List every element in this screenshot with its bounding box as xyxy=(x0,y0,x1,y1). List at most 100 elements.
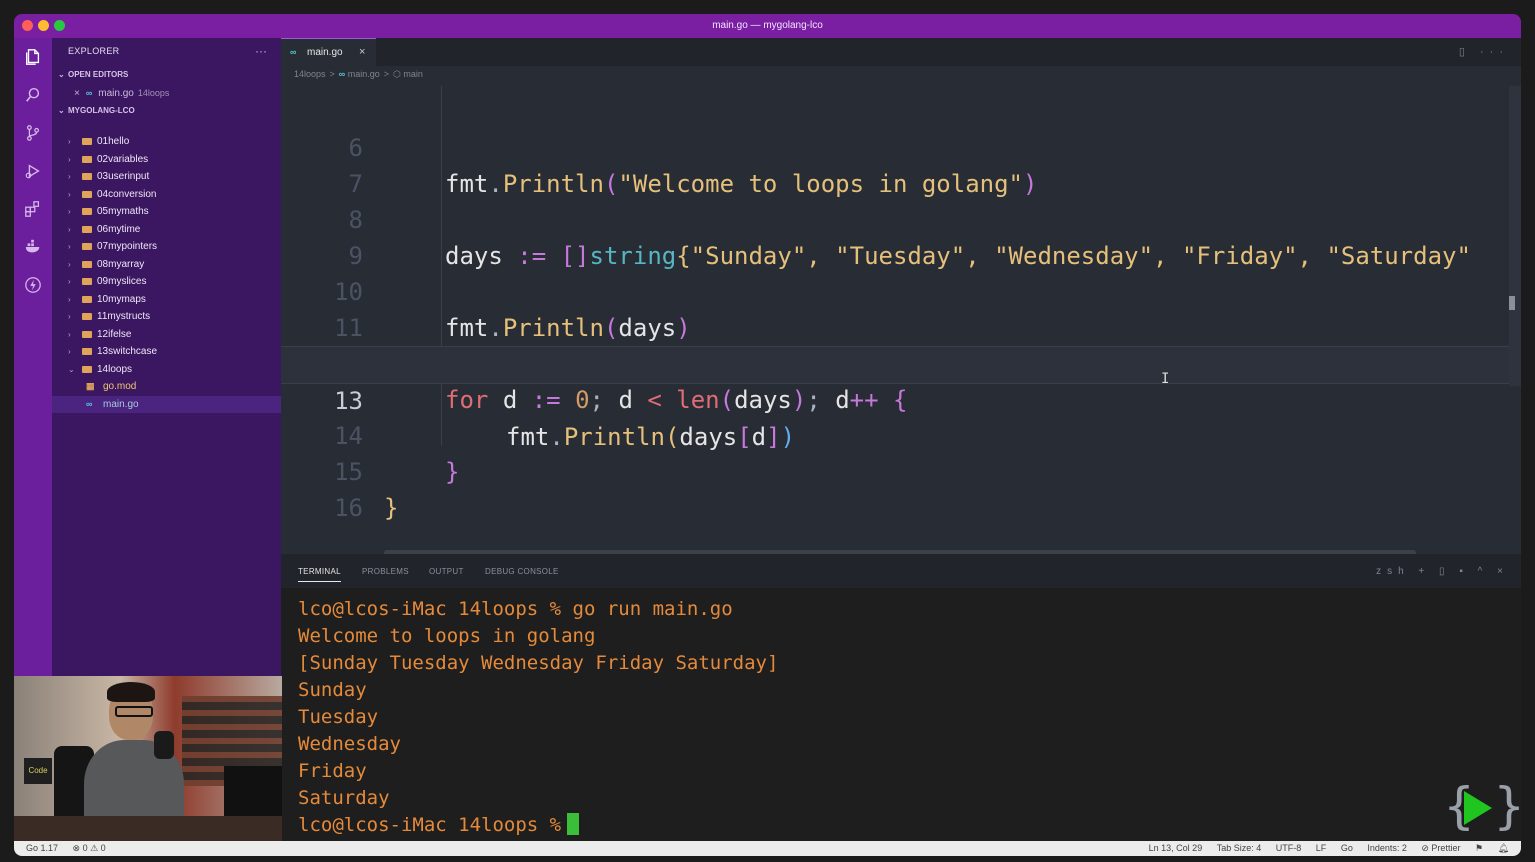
chevron-down-icon: ⌄ xyxy=(58,70,65,79)
minimap[interactable] xyxy=(1509,86,1521,386)
explorer-icon[interactable] xyxy=(23,48,43,68)
tab-terminal[interactable]: TERMINAL xyxy=(298,567,341,582)
language-mode[interactable]: Go xyxy=(1341,843,1353,853)
close-icon[interactable]: × xyxy=(74,88,80,99)
code-badge: Code xyxy=(24,758,52,784)
indentation[interactable]: Indents: 2 xyxy=(1367,843,1407,853)
tab-output[interactable]: OUTPUT xyxy=(429,567,464,576)
code-line[interactable]: 16 xyxy=(281,454,1521,522)
code-editor[interactable]: ∞ main.go × ▯ ··· 14loops > ∞ main.go > ⬡ ma… xyxy=(281,38,1521,557)
explorer-sidebar: EXPLORER ··· ⌄ OPEN EDITORS × ∞ main.go 14lo… xyxy=(52,38,281,690)
source-control-icon[interactable] xyxy=(23,124,43,144)
code-line[interactable]: 8 days := []string{"Sunday", "Tuesday", … xyxy=(281,166,1521,270)
folder-icon xyxy=(82,295,92,303)
prettier-status[interactable]: ⊘ Prettier xyxy=(1421,843,1460,853)
code-line-current[interactable]: 13 fmt.Println(days[d]) xyxy=(281,346,1521,451)
terminal-cursor xyxy=(567,813,580,835)
line-number: 16 xyxy=(334,494,363,522)
tab-debug-console[interactable]: DEBUG CONSOLE xyxy=(485,567,559,576)
go-file-icon: ∞ xyxy=(338,69,346,79)
tree-folder[interactable]: › 08myarray xyxy=(52,256,281,273)
open-editors-section[interactable]: ⌄ OPEN EDITORS xyxy=(58,70,128,79)
tree-folder[interactable]: › 03userinput xyxy=(52,168,281,185)
tree-folder[interactable]: › 02variables xyxy=(52,151,281,168)
bolt-icon[interactable] xyxy=(23,276,43,296)
tree-folder[interactable]: › 04conversion xyxy=(52,186,281,203)
code-area[interactable]: 6 fmt.Println("Welcome to loops in golan… xyxy=(281,86,1521,526)
terminal-line: Saturday xyxy=(298,787,390,809)
plus-icon: + xyxy=(1418,566,1431,577)
tree-folder[interactable]: › 06mytime xyxy=(52,221,281,238)
open-editor-item[interactable]: × ∞ main.go 14loops xyxy=(74,88,169,99)
tree-folder[interactable]: ⌄ 14loops xyxy=(52,361,281,378)
tree-folder-label: 07mypointers xyxy=(97,241,158,252)
encoding[interactable]: UTF-8 xyxy=(1276,843,1302,853)
chevron-right-icon: › xyxy=(68,172,71,181)
tree-folder[interactable]: › 05mymaths xyxy=(52,203,281,220)
file-icon: ▦ xyxy=(86,381,95,391)
code-line[interactable]: 6 fmt.Println("Welcome to loops in golan… xyxy=(281,94,1521,198)
vertical-scrollbar[interactable] xyxy=(1509,296,1515,310)
go-file-icon: ∞ xyxy=(290,47,297,57)
problems-count[interactable]: ⊗ 0 ⚠ 0 xyxy=(73,843,106,853)
code-line[interactable]: 9 xyxy=(281,202,1521,270)
terminal-line: Sunday xyxy=(298,679,367,701)
docker-icon[interactable] xyxy=(23,238,43,258)
open-editors-label: OPEN EDITORS xyxy=(68,70,129,79)
split-editor-icon[interactable]: ▯ ··· xyxy=(1459,45,1509,58)
tree-folder-label: 04conversion xyxy=(97,188,157,200)
more-actions-icon[interactable]: ··· xyxy=(255,44,267,58)
tree-folder[interactable]: › 09myslices xyxy=(52,273,281,290)
tree-folder[interactable]: › 11mystructs xyxy=(52,308,281,325)
open-editor-dir: 14loops xyxy=(137,88,170,98)
status-bar: Go 1.17 ⊗ 0 ⚠ 0 Ln 13, Col 29 Tab Size: … xyxy=(14,841,1521,856)
terminal-output[interactable]: lco@lcos-iMac 14loops % go run main.go We… xyxy=(298,596,1498,839)
code-line[interactable]: 10 fmt.Println(days) xyxy=(281,238,1521,342)
folder-icon xyxy=(82,155,92,163)
tree-folder-label: 09myslices xyxy=(97,276,147,287)
tree-folder[interactable]: › 07mypointers xyxy=(52,238,281,255)
tree-file[interactable]: ∞ main.go xyxy=(52,395,281,413)
tree-folder-label: 13switchcase xyxy=(97,346,158,357)
folder-icon xyxy=(82,243,92,250)
chevron-down-icon: ⌄ xyxy=(58,106,65,115)
code-line[interactable]: 14 } xyxy=(281,382,1521,486)
code-line[interactable]: 15 } xyxy=(281,418,1521,522)
shell-label[interactable]: zsh xyxy=(1376,566,1410,577)
tree-folder[interactable]: › 12ifelse xyxy=(52,326,281,343)
extensions-icon[interactable] xyxy=(23,200,43,220)
tree-folder[interactable]: › 10mymaps xyxy=(52,291,281,308)
panel-actions[interactable]: zsh + ▯ ▪ ^ × xyxy=(1376,566,1509,577)
breadcrumb-dir[interactable]: 14loops xyxy=(294,69,326,79)
run-debug-icon[interactable] xyxy=(23,162,43,182)
search-icon[interactable] xyxy=(23,86,43,106)
cursor-position[interactable]: Ln 13, Col 29 xyxy=(1149,843,1203,853)
terminal-line: [Sunday Tuesday Wednesday Friday Saturda… xyxy=(298,652,779,674)
breadcrumb-symbol[interactable]: main xyxy=(403,69,423,79)
project-section[interactable]: ⌄ MYGOLANG-LCO xyxy=(58,106,135,115)
code-line[interactable]: 7 xyxy=(281,130,1521,198)
folder-icon xyxy=(82,173,92,180)
code-line[interactable]: 11 xyxy=(281,274,1521,342)
feedback-icon[interactable]: ⚑ xyxy=(1475,843,1483,853)
tab-label: main.go xyxy=(307,47,343,58)
terminal-line: Welcome to loops in golang xyxy=(298,625,596,647)
tree-folder[interactable]: › 13switchcase xyxy=(52,343,281,360)
close-tab-icon[interactable]: × xyxy=(359,46,365,58)
activity-bar xyxy=(14,38,52,690)
tree-file[interactable]: ▦ go.mod xyxy=(52,378,281,395)
tab-size[interactable]: Tab Size: 4 xyxy=(1217,843,1262,853)
vscode-window: main.go — mygolang-lco EXPLORER ··· ⌄ OPE… xyxy=(14,14,1521,856)
go-version[interactable]: Go 1.17 xyxy=(26,843,58,853)
code-line[interactable]: 12 for d := 0; d < len(days); d++ { xyxy=(281,310,1521,414)
folder-icon xyxy=(82,225,92,233)
tab-main-go[interactable]: ∞ main.go × xyxy=(281,38,376,67)
tab-problems[interactable]: PROBLEMS xyxy=(362,567,409,576)
folder-icon xyxy=(82,365,92,373)
line-ending[interactable]: LF xyxy=(1316,843,1327,853)
bell-icon[interactable]: 🔔︎ xyxy=(1498,843,1509,853)
breadcrumb-file[interactable]: main.go xyxy=(348,69,380,79)
folder-icon xyxy=(82,208,92,215)
tree-folder[interactable]: › 01hello xyxy=(52,133,281,150)
play-logo-icon: {} xyxy=(1444,777,1535,835)
